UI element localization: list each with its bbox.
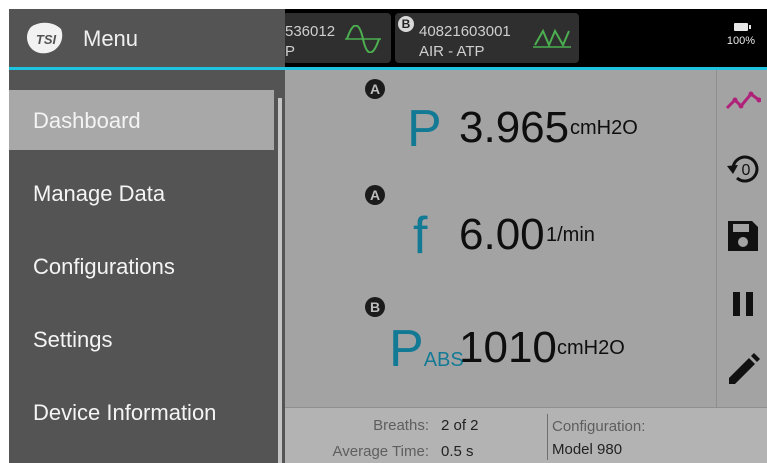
reading-1-symbol: P: [407, 100, 442, 158]
battery-icon: [734, 23, 751, 31]
reading-1-badge: A: [365, 79, 385, 99]
sensor-card-2[interactable]: B 40821603001 AIR - ATP: [395, 13, 579, 63]
sensor-2-badge: B: [398, 16, 414, 32]
menu-item-label: Settings: [33, 327, 113, 352]
menu-header: TSI Menu: [9, 9, 285, 67]
logo-text: TSI: [36, 32, 57, 47]
reading-1-value: 3.965: [459, 103, 570, 152]
save-icon[interactable]: [725, 218, 761, 254]
menu-item-label: Manage Data: [33, 181, 166, 206]
average-time-value: 0.5 s: [441, 443, 474, 460]
tsi-logo-icon: TSI: [27, 22, 63, 54]
battery-indicator: 100%: [721, 23, 761, 47]
reading-3-symbol: PABS: [389, 323, 464, 375]
footer-divider: [547, 414, 548, 460]
reading-2-unit: 1/min: [546, 224, 595, 246]
reading-2-value: 6.00: [459, 210, 545, 259]
menu-drawer: TSI Menu Dashboard Manage Data Configura…: [9, 9, 285, 463]
reading-3-badge: B: [365, 297, 385, 317]
sensor-2-unit: AIR - ATP: [419, 43, 485, 60]
reading-3-value: 1010: [459, 323, 557, 372]
menu-item-label: Device Information: [33, 400, 217, 425]
reset-zero-icon[interactable]: 0: [725, 150, 761, 186]
reading-2-badge: A: [365, 185, 385, 205]
trapezoid-wave-icon: [533, 28, 571, 48]
device-screen: 536012 P B 40821603001 AIR - ATP 100% A: [9, 9, 767, 463]
pause-icon[interactable]: [725, 286, 761, 322]
menu-item-configurations[interactable]: Configurations: [9, 236, 274, 296]
reading-3-symbol-sub: ABS: [423, 349, 464, 371]
menu-item-device-information[interactable]: Device Information: [9, 382, 274, 442]
menu-title: Menu: [83, 26, 139, 51]
breaths-label: Breaths:: [373, 417, 429, 434]
battery-level: 100%: [726, 35, 756, 47]
menu-item-label: Dashboard: [33, 108, 141, 133]
chart-icon[interactable]: [725, 82, 761, 118]
sensor-2-id: 40821603001: [419, 23, 511, 40]
reading-3-symbol-main: P: [389, 320, 424, 378]
sensor-1-id: 536012: [285, 23, 336, 40]
sensor-card-1[interactable]: 536012 P: [283, 13, 391, 63]
menu-list: Dashboard Manage Data Configurations Set…: [9, 70, 285, 463]
edit-icon[interactable]: [725, 352, 761, 388]
reading-3-unit: cmH2O: [557, 337, 625, 359]
sine-wave-icon: [345, 25, 381, 53]
breaths-value: 2 of 2: [441, 417, 479, 434]
menu-scrollbar[interactable]: [278, 98, 282, 463]
average-time-label: Average Time:: [332, 443, 429, 460]
reading-1-unit: cmH2O: [570, 117, 638, 139]
side-toolbar: 0: [716, 70, 767, 407]
menu-item-manage-data[interactable]: Manage Data: [9, 163, 274, 223]
configuration-value: Model 980: [552, 441, 623, 458]
svg-text:0: 0: [742, 162, 751, 179]
sensor-1-unit: P: [285, 43, 296, 60]
menu-item-dashboard[interactable]: Dashboard: [9, 90, 274, 150]
reading-2-symbol: f: [413, 207, 428, 265]
menu-item-settings[interactable]: Settings: [9, 309, 274, 369]
configuration-label: Configuration:: [552, 418, 646, 435]
menu-item-label: Configurations: [33, 254, 175, 279]
